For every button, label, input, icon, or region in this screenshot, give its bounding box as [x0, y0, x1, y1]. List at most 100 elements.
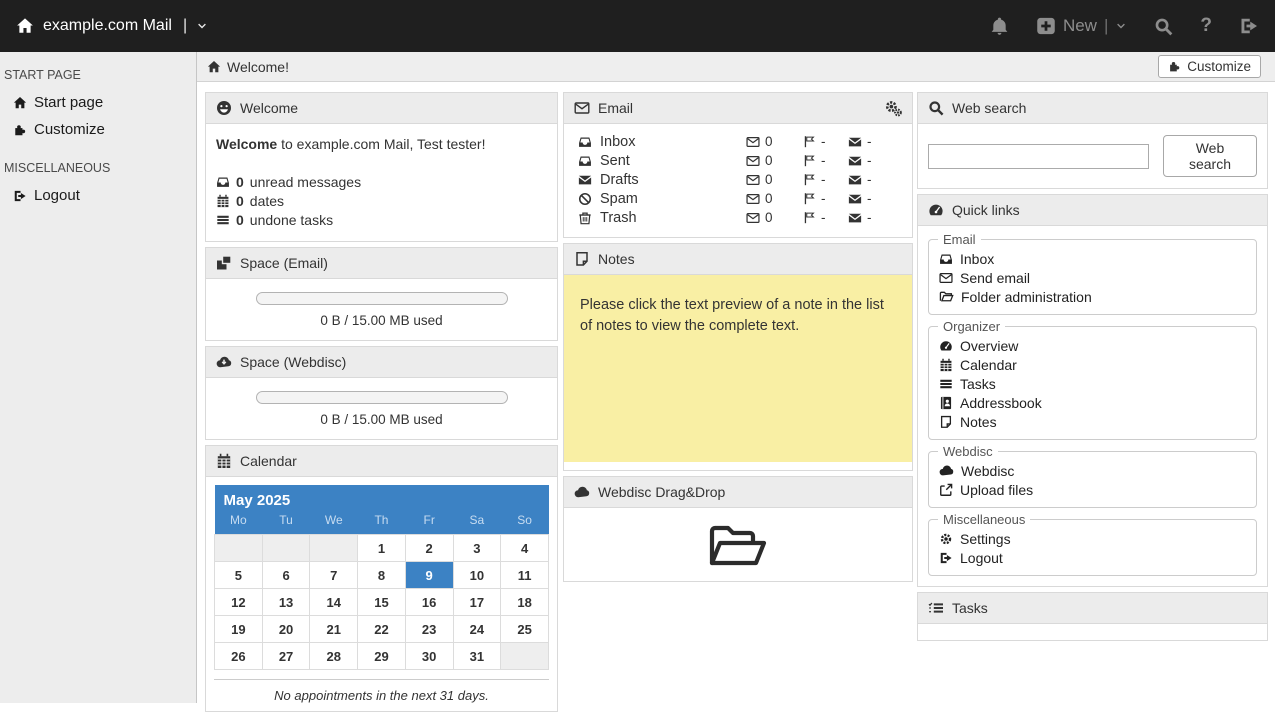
flagged-count: - — [803, 172, 848, 187]
search-icon[interactable] — [1154, 17, 1173, 36]
folder-link[interactable]: Spam — [578, 191, 746, 207]
calendar-day-cell[interactable]: 7 — [310, 562, 358, 589]
calendar-day-cell[interactable]: 4 — [501, 535, 549, 562]
calendar-day-cell[interactable]: 6 — [262, 562, 310, 589]
help-icon[interactable]: ? — [1200, 15, 1212, 37]
calendar-day-cell[interactable]: 31 — [453, 643, 501, 670]
calendar-day-cell[interactable]: 13 — [262, 589, 310, 616]
new-item-button[interactable]: New | — [1036, 16, 1127, 36]
web-search-input[interactable] — [928, 144, 1149, 169]
logout-icon — [939, 551, 953, 565]
stat-undone-tasks: 0 undone tasks — [216, 212, 547, 228]
quick-link-inbox[interactable]: Inbox — [939, 249, 1246, 268]
upload-icon — [939, 483, 953, 497]
calendar-day-cell[interactable]: 8 — [358, 562, 406, 589]
gear-icon — [939, 532, 953, 546]
calendar-day-cell[interactable]: 3 — [453, 535, 501, 562]
calendar-day-cell[interactable]: 24 — [453, 616, 501, 643]
quick-link-webdisc[interactable]: Webdisc — [939, 461, 1246, 480]
calendar-day-cell[interactable]: 30 — [405, 643, 453, 670]
envelope-outline-icon — [746, 154, 760, 168]
calendar-day-cell[interactable]: 27 — [262, 643, 310, 670]
calendar-day-cell[interactable]: 17 — [453, 589, 501, 616]
sidebar-item-start-page[interactable]: Start page — [0, 89, 196, 116]
quick-links-panel-header: Quick links — [918, 195, 1267, 226]
calendar-day-cell[interactable]: 21 — [310, 616, 358, 643]
calendar-day-cell[interactable]: 19 — [215, 616, 263, 643]
welcome-panel-header: Welcome — [206, 93, 557, 124]
calendar-day-cell[interactable]: 2 — [405, 535, 453, 562]
calendar-day-cell[interactable]: 20 — [262, 616, 310, 643]
calendar-day-names: MoTu WeTh FrSa So — [215, 511, 549, 535]
calendar-day-cell[interactable]: 28 — [310, 643, 358, 670]
puzzle-icon — [13, 123, 27, 137]
calendar-day-cell[interactable]: 18 — [501, 589, 549, 616]
quick-link-logout[interactable]: Logout — [939, 548, 1246, 567]
cogs-icon[interactable] — [885, 100, 902, 117]
search-icon — [928, 100, 944, 116]
unread-count: 0 — [746, 172, 803, 187]
email-folder-row-drafts: Drafts 0 - - — [578, 170, 898, 189]
quick-link-settings[interactable]: Settings — [939, 529, 1246, 548]
new-button-label: New — [1063, 16, 1097, 36]
calendar-empty-cell — [262, 535, 310, 562]
calendar-day-cell[interactable]: 22 — [358, 616, 406, 643]
quick-link-overview[interactable]: Overview — [939, 336, 1246, 355]
notes-panel-body: Please click the text preview of a note … — [564, 275, 912, 470]
folder-link[interactable]: Sent — [578, 153, 746, 169]
tasks-panel: Tasks — [917, 592, 1268, 641]
calendar-day-cell[interactable]: 15 — [358, 589, 406, 616]
breadcrumb[interactable]: Welcome! — [207, 59, 289, 75]
tasks-icon — [216, 213, 230, 227]
panel-title: Tasks — [952, 600, 988, 616]
sidebar-item-logout[interactable]: Logout — [0, 182, 196, 209]
panel-title: Email — [598, 100, 633, 116]
webdisc-dragdrop-panel: Webdisc Drag&Drop — [563, 476, 913, 582]
calendar-day-cell[interactable]: 23 — [405, 616, 453, 643]
calendar-selected-day-cell[interactable]: 9 — [405, 562, 453, 589]
webdisc-dropzone[interactable] — [564, 508, 912, 581]
group-legend: Organizer — [938, 319, 1005, 334]
folder-link[interactable]: Trash — [578, 210, 746, 226]
breadcrumb-bar: Welcome! Customize — [197, 52, 1275, 82]
calendar-day-cell[interactable]: 14 — [310, 589, 358, 616]
calendar-day-cell[interactable]: 12 — [215, 589, 263, 616]
folder-label: Sent — [600, 153, 630, 169]
calendar-day-cell[interactable]: 26 — [215, 643, 263, 670]
total-count: - — [848, 153, 898, 168]
quick-link-addressbook[interactable]: Addressbook — [939, 393, 1246, 412]
quick-link-folder-administration[interactable]: Folder administration — [939, 287, 1246, 306]
logout-icon[interactable] — [1239, 16, 1259, 36]
quick-link-notes[interactable]: Notes — [939, 412, 1246, 431]
calendar-day-cell[interactable]: 25 — [501, 616, 549, 643]
quick-link-calendar[interactable]: Calendar — [939, 355, 1246, 374]
quick-link-send-email[interactable]: Send email — [939, 268, 1246, 287]
chevron-down-icon — [1115, 20, 1127, 32]
app-menu[interactable]: example.com Mail | — [16, 17, 208, 35]
bell-icon[interactable] — [990, 17, 1009, 36]
space-email-panel: Space (Email) 0 B / 15.00 MB used — [205, 247, 558, 341]
top-bar: example.com Mail | New | ? — [0, 0, 1275, 52]
calendar-day-cell[interactable]: 10 — [453, 562, 501, 589]
sidebar-item-customize[interactable]: Customize — [0, 116, 196, 143]
customize-button[interactable]: Customize — [1158, 55, 1261, 78]
column-left: Welcome Welcome to example.com Mail, Tes… — [205, 92, 558, 717]
calendar-day-cell[interactable]: 16 — [405, 589, 453, 616]
unread-count: 0 — [746, 191, 803, 206]
web-search-button[interactable]: Web search — [1163, 135, 1257, 177]
quick-links-group-organizer: Organizer Overview Calendar Tasks — [928, 326, 1257, 440]
calendar-day-cell[interactable]: 11 — [501, 562, 549, 589]
calendar-day-cell[interactable]: 5 — [215, 562, 263, 589]
quick-link-tasks[interactable]: Tasks — [939, 374, 1246, 393]
stat-count: 0 — [236, 174, 244, 190]
calendar-day-cell[interactable]: 1 — [358, 535, 406, 562]
note-preview[interactable]: Please click the text preview of a note … — [564, 275, 912, 462]
puzzle-icon — [1168, 60, 1181, 73]
folder-link[interactable]: Inbox — [578, 134, 746, 150]
folder-link[interactable]: Drafts — [578, 172, 746, 188]
calendar-day-cell[interactable]: 29 — [358, 643, 406, 670]
quick-link-label: Send email — [960, 270, 1030, 286]
notes-panel-header: Notes — [564, 244, 912, 275]
quick-link-upload-files[interactable]: Upload files — [939, 480, 1246, 499]
sidebar-item-label: Logout — [34, 187, 80, 204]
